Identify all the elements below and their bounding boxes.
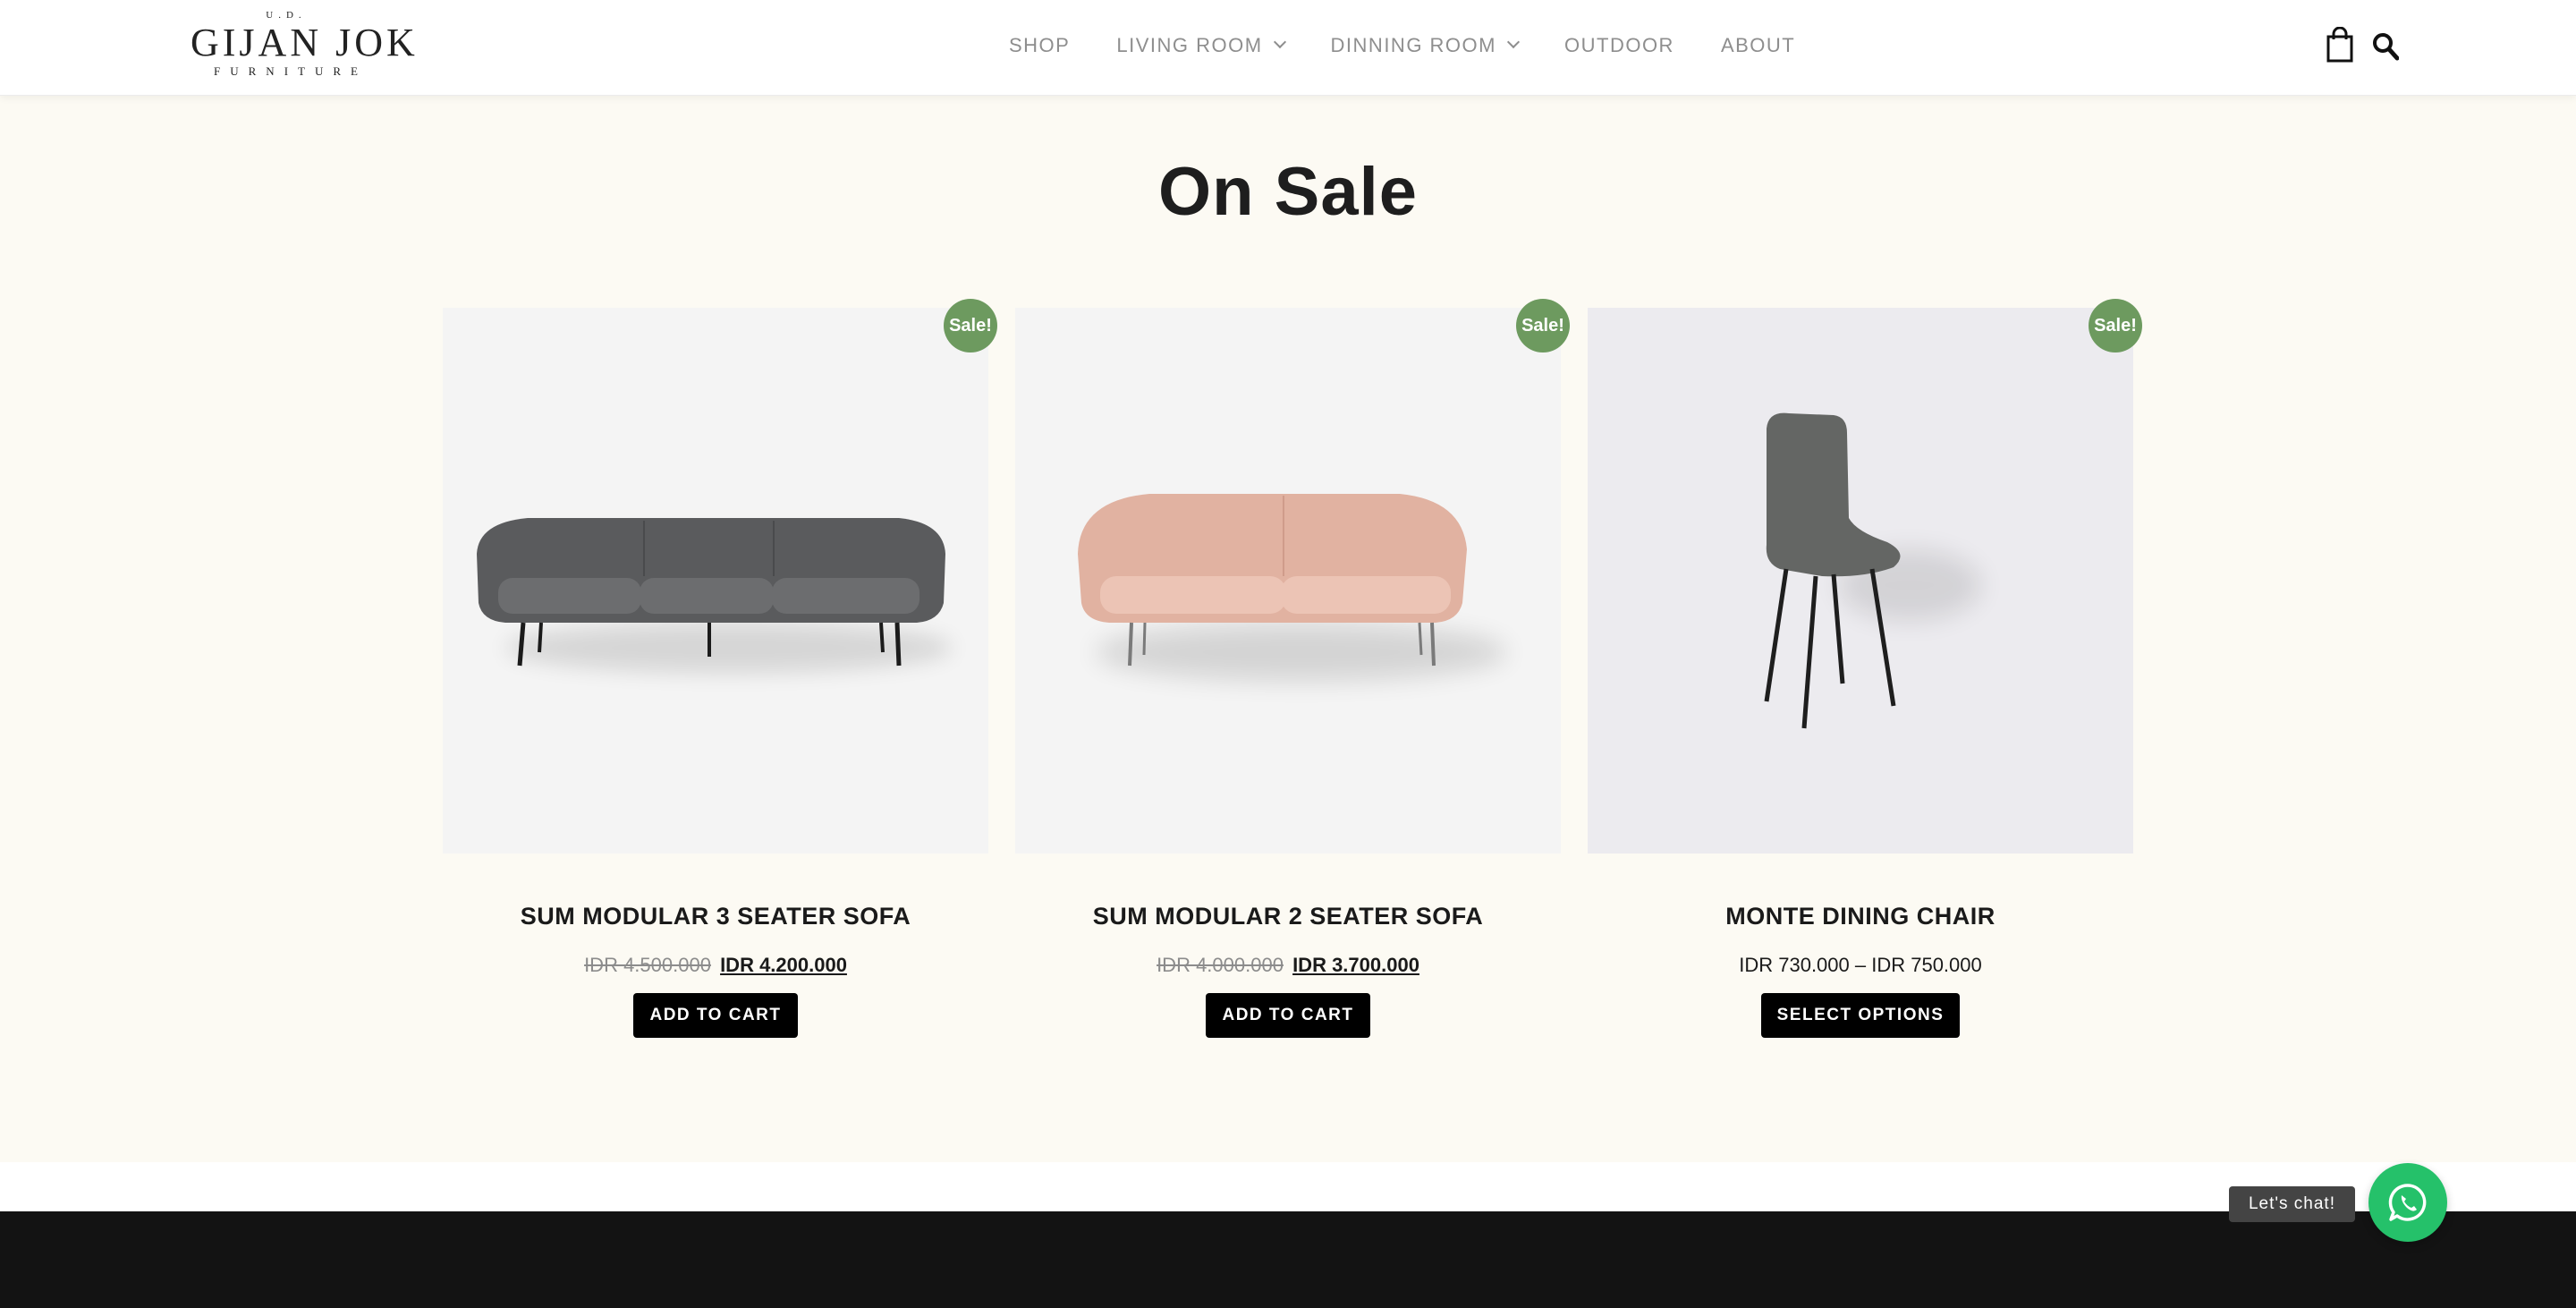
price-old: IDR 4.500.000	[584, 954, 711, 976]
product-name[interactable]: SUM MODULAR 2 SEATER SOFA	[1015, 903, 1561, 930]
product-price: IDR 730.000 – IDR 750.000	[1588, 954, 2133, 981]
on-sale-section: On Sale Sale! SUM MODULAR 3 SEATER SOFA …	[0, 96, 2576, 1162]
logo-top-text: U.D.	[266, 10, 307, 21]
sale-badge: Sale!	[944, 299, 997, 352]
product-card: Sale! SUM MODULAR 2 SEATER SOFA IDR 4.00…	[1015, 299, 1570, 1038]
product-price: IDR 4.500.000 IDR 4.200.000	[443, 954, 988, 981]
nav-outdoor-label: OUTDOOR	[1564, 34, 1674, 56]
whatsapp-icon	[2388, 1184, 2427, 1221]
select-options-button[interactable]: SELECT OPTIONS	[1760, 993, 1961, 1038]
add-to-cart-button[interactable]: ADD TO CART	[1206, 993, 1370, 1038]
price-old: IDR 4.000.000	[1157, 954, 1284, 976]
nav-about-label: ABOUT	[1720, 34, 1796, 56]
sofa-2-seater-illustration	[1078, 494, 1507, 681]
dining-chair-illustration	[1764, 412, 1981, 729]
nav-outdoor[interactable]: OUTDOOR	[1564, 34, 1674, 57]
site-footer	[0, 1211, 2576, 1308]
product-price: IDR 4.000.000 IDR 3.700.000	[1015, 954, 1561, 981]
chevron-down-icon	[1506, 35, 1521, 49]
chevron-down-icon	[1273, 35, 1286, 49]
product-image-grey-3-seater-sofa[interactable]: Sale!	[443, 299, 997, 854]
nav-shop-label: SHOP	[1009, 34, 1071, 56]
whatsapp-chat-button[interactable]	[2368, 1163, 2447, 1242]
product-name[interactable]: SUM MODULAR 3 SEATER SOFA	[443, 903, 988, 930]
main-nav: SHOP LIVING ROOM DINNING ROOM OUTDOOR AB…	[1009, 30, 1795, 61]
chat-label[interactable]: Let's chat!	[2229, 1186, 2355, 1222]
nav-living-room-label: LIVING ROOM	[1116, 34, 1263, 56]
price-range: IDR 730.000 – IDR 750.000	[1739, 954, 1982, 976]
product-image-pink-2-seater-sofa[interactable]: Sale!	[1015, 299, 1570, 854]
product-image-grey-dining-chair[interactable]: Sale!	[1588, 299, 2142, 854]
nav-living-room[interactable]: LIVING ROOM	[1116, 34, 1286, 57]
nav-about[interactable]: ABOUT	[1721, 34, 1795, 57]
product-card: Sale! SUM MODULAR 3 SEATER SOFA IDR 4.50…	[443, 299, 997, 1038]
product-name[interactable]: MONTE DINING CHAIR	[1588, 903, 2133, 930]
sofa-3-seater-illustration	[477, 518, 953, 673]
logo-main-text: GIJAN JOK	[191, 21, 419, 64]
product-card: Sale! MONTE DINING CHAIR IDR 730.000 – I…	[1588, 299, 2142, 1038]
sale-badge: Sale!	[1516, 299, 1570, 352]
search-icon[interactable]	[2372, 32, 2399, 61]
price-new: IDR 4.200.000	[720, 954, 847, 976]
add-to-cart-button[interactable]: ADD TO CART	[633, 993, 798, 1038]
nav-dinning-room[interactable]: DINNING ROOM	[1330, 34, 1521, 57]
shopping-bag-icon[interactable]	[2326, 27, 2354, 63]
logo-sub-text: FURNITURE	[214, 64, 368, 78]
nav-dinning-room-label: DINNING ROOM	[1330, 34, 1496, 56]
site-logo[interactable]: U.D. GIJAN JOK FURNITURE	[191, 9, 419, 84]
section-title: On Sale	[1158, 154, 1418, 230]
nav-shop[interactable]: SHOP	[1009, 34, 1070, 57]
site-header: U.D. GIJAN JOK FURNITURE SHOP LIVING ROO…	[0, 0, 2576, 96]
sale-badge: Sale!	[2089, 299, 2142, 352]
price-new: IDR 3.700.000	[1292, 954, 1419, 976]
